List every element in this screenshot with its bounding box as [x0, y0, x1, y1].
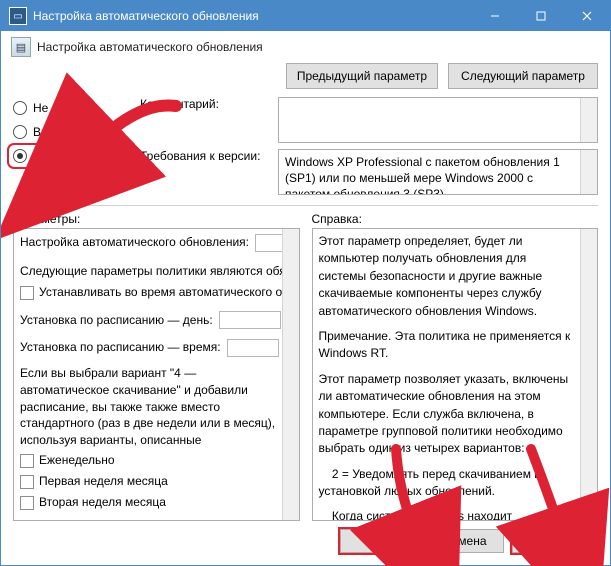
requirements-textarea[interactable]: Windows XP Professional с пакетом обновл…	[278, 149, 598, 195]
state-radios: Не задано Включено Отключено	[13, 97, 128, 195]
titlebar: ▭ Настройка автоматического обновления	[1, 1, 610, 31]
param-install-maintenance[interactable]: Устанавливать во время автоматического о…	[20, 283, 279, 302]
parameters-content: Настройка автоматического обновления: Сл…	[14, 229, 299, 518]
dropdown-day[interactable]	[219, 311, 281, 329]
param-weekly[interactable]: Еженедельно	[20, 451, 279, 470]
param-first-week[interactable]: Первая неделя месяца	[20, 472, 279, 491]
radio-label: Не задано	[33, 101, 91, 115]
policy-header: ▤ Настройка автоматического обновления	[1, 31, 610, 61]
radio-icon	[13, 101, 27, 115]
comment-textarea[interactable]	[278, 97, 598, 143]
requirements-value: Windows XP Professional с пакетом обновл…	[279, 150, 597, 195]
param-schedule-time: Установка по расписанию — время:	[20, 338, 279, 357]
minimize-button[interactable]	[472, 1, 518, 31]
window-controls	[472, 1, 610, 31]
cancel-button[interactable]: Отмена	[426, 529, 504, 553]
policy-editor-window: ▭ Настройка автоматического обновления ▤…	[0, 0, 611, 566]
separator	[13, 205, 598, 206]
close-button[interactable]	[564, 1, 610, 31]
policy-icon: ▭	[9, 7, 27, 25]
help-content: Этот параметр определяет, будет ли компь…	[313, 229, 598, 521]
next-setting-button[interactable]: Следующий параметр	[448, 63, 598, 89]
param-schedule-day: Установка по расписанию — день:	[20, 311, 279, 330]
comment-label: Комментарий:	[140, 97, 270, 111]
checkbox-icon	[20, 286, 34, 300]
radio-disabled[interactable]: Отключено	[11, 147, 130, 165]
param-variant4-note: Если вы выбрали вариант "4 — автоматичес…	[20, 365, 279, 449]
parameters-header: Параметры:	[13, 210, 300, 228]
help-panel[interactable]: Этот параметр определяет, будет ли компь…	[312, 228, 599, 521]
upper-section: Не задано Включено Отключено Комментарий…	[1, 97, 610, 199]
param-second-week[interactable]: Вторая неделя месяца	[20, 493, 279, 512]
checkbox-icon	[20, 454, 34, 468]
window-title: Настройка автоматического обновления	[33, 9, 472, 23]
policy-name: Настройка автоматического обновления	[37, 40, 263, 54]
radio-not-configured[interactable]: Не задано	[13, 101, 128, 115]
details-col: Комментарий: Требования к версии: Window…	[140, 97, 598, 195]
maximize-button[interactable]	[518, 1, 564, 31]
parameters-panel[interactable]: Настройка автоматического обновления: Сл…	[13, 228, 300, 521]
radio-label: Включено	[33, 125, 88, 139]
radio-enabled[interactable]: Включено	[13, 125, 128, 139]
previous-setting-button[interactable]: Предыдущий параметр	[286, 63, 438, 89]
radio-icon	[13, 149, 27, 163]
lower-section: Параметры: Настройка автоматического обн…	[1, 210, 610, 521]
radio-label: Отключено	[33, 149, 95, 163]
comment-value	[279, 98, 597, 106]
document-icon: ▤	[11, 37, 31, 57]
param-update-config: Настройка автоматического обновления:	[20, 233, 279, 252]
radio-icon	[13, 125, 27, 139]
ok-button[interactable]: ОК	[340, 529, 418, 553]
requirements-row: Требования к версии: Windows XP Professi…	[140, 149, 598, 195]
help-column: Справка: Этот параметр определяет, будет…	[312, 210, 599, 521]
comment-row: Комментарий:	[140, 97, 598, 143]
dialog-buttons: ОК Отмена Применить	[1, 521, 610, 565]
apply-button[interactable]: Применить	[512, 529, 596, 553]
help-header: Справка:	[312, 210, 599, 228]
param-mandatory-note: Следующие параметры политики являются об…	[20, 262, 279, 281]
requirements-label: Требования к версии:	[140, 149, 270, 163]
checkbox-icon	[20, 496, 34, 510]
checkbox-icon	[20, 475, 34, 489]
parameters-column: Параметры: Настройка автоматического обн…	[13, 210, 300, 521]
nav-row: Предыдущий параметр Следующий параметр	[1, 61, 610, 97]
dropdown-time[interactable]	[227, 339, 279, 357]
